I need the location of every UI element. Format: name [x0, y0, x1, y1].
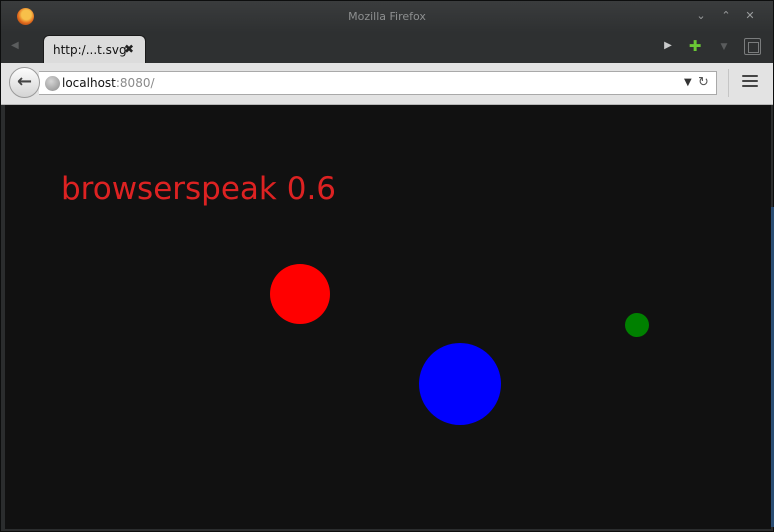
globe-icon [45, 76, 60, 91]
page-heading: browserspeak 0.6 [61, 171, 336, 207]
url-bar[interactable]: localhost:8080/ ▼ ↻ [39, 71, 717, 95]
title-bar: Mozilla Firefox ⌄ ⌃ ✕ [1, 1, 773, 33]
reload-icon[interactable]: ↻ [698, 75, 709, 90]
svg-canvas: browserspeak 0.6 [61, 171, 649, 425]
list-tabs-dropdown-icon[interactable]: ▼ [716, 42, 732, 52]
window-title: Mozilla Firefox [348, 10, 426, 23]
tab-label: http:/...t.svg [53, 43, 127, 57]
scroll-tabs-left-icon[interactable]: ◀ [11, 40, 19, 51]
new-tab-plus-icon[interactable]: ✚ [687, 37, 703, 55]
minimize-icon[interactable]: ⌄ [690, 9, 712, 23]
menu-icon[interactable] [742, 75, 758, 89]
url-text[interactable]: localhost:8080/ [62, 76, 155, 90]
url-host: localhost [62, 76, 116, 90]
back-button[interactable]: ← [9, 67, 40, 98]
navigation-bar: localhost:8080/ ▼ ↻ ← [1, 63, 773, 105]
browser-window: Mozilla Firefox ⌄ ⌃ ✕ ◀ http:/...t.svg ✖… [0, 0, 774, 532]
tab-active[interactable]: http:/...t.svg ✖ [43, 35, 146, 63]
blue-circle [419, 343, 501, 425]
tab-strip: ◀ http:/...t.svg ✖ ▶ ✚ ▼ [1, 33, 773, 63]
tab-close-icon[interactable]: ✖ [124, 42, 134, 56]
close-window-icon[interactable]: ✕ [739, 9, 761, 23]
url-path: :8080/ [115, 76, 155, 90]
url-history-dropdown-icon[interactable]: ▼ [684, 77, 692, 88]
toolbar-divider [728, 69, 729, 97]
page-content: browserspeak 0.6 [5, 105, 771, 529]
back-arrow-icon: ← [16, 71, 33, 92]
red-circle [270, 264, 330, 324]
play-icon[interactable]: ▶ [660, 40, 676, 51]
maximize-icon[interactable]: ⌃ [715, 9, 737, 23]
green-circle [625, 313, 649, 337]
tab-groups-icon[interactable] [744, 38, 761, 55]
